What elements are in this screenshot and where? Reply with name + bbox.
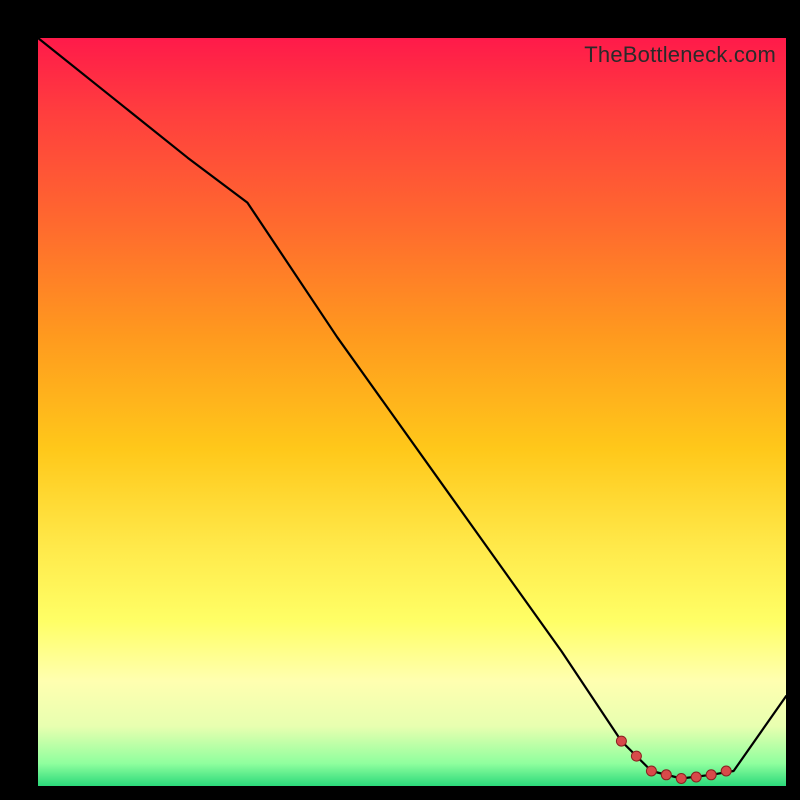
highlight-dot	[631, 751, 641, 761]
highlight-dot	[676, 774, 686, 784]
plot-area: TheBottleneck.com	[38, 38, 786, 786]
chart-frame: TheBottleneck.com	[12, 12, 788, 788]
highlight-dot	[706, 770, 716, 780]
highlight-dot	[616, 736, 626, 746]
chart-svg	[38, 38, 786, 786]
highlight-dot	[646, 766, 656, 776]
highlight-dot	[721, 766, 731, 776]
highlight-dot	[661, 770, 671, 780]
highlight-dot	[691, 772, 701, 782]
bottleneck-curve	[38, 38, 786, 779]
